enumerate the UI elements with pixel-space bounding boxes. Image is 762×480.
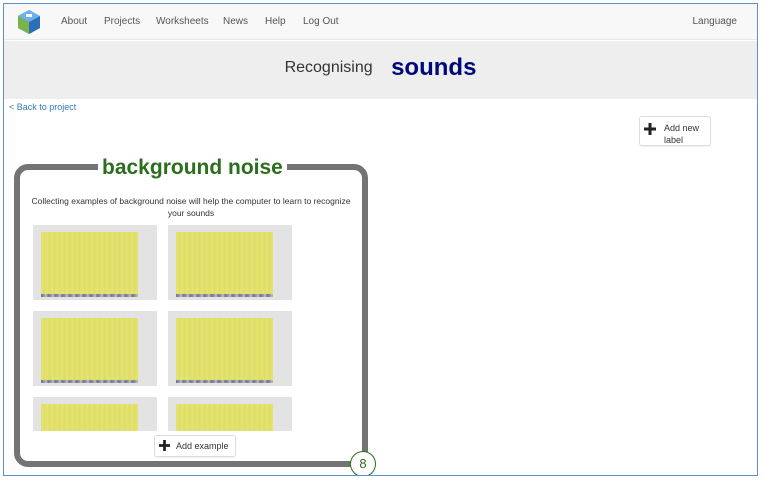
example-thumbnail[interactable] xyxy=(33,397,157,431)
add-new-label-line1: Add new xyxy=(664,123,700,133)
label-description: Collecting examples of background noise … xyxy=(31,196,351,218)
nav-news[interactable]: News xyxy=(223,16,248,27)
example-thumbnail[interactable] xyxy=(168,311,292,386)
back-to-project-link[interactable]: < Back to project xyxy=(9,102,76,112)
nav-logout[interactable]: Log Out xyxy=(303,16,339,27)
page-title: Recognising sounds xyxy=(4,54,757,82)
spectrogram-image xyxy=(41,318,138,383)
spectrogram-image xyxy=(41,232,138,297)
plus-icon xyxy=(159,440,170,451)
nav-about[interactable]: About xyxy=(61,16,87,27)
example-count-badge: 8 xyxy=(350,451,376,475)
top-navbar: About Projects Worksheets News Help Log … xyxy=(4,4,757,40)
nav-language[interactable]: Language xyxy=(693,16,738,27)
add-new-label-line2: label xyxy=(664,135,684,145)
nav-projects[interactable]: Projects xyxy=(104,16,140,27)
nav-help[interactable]: Help xyxy=(265,16,286,27)
label-card: background noise Collecting examples of … xyxy=(14,156,376,475)
add-example-button[interactable]: Add example xyxy=(154,435,236,457)
app-window: About Projects Worksheets News Help Log … xyxy=(3,3,758,476)
add-new-label-button[interactable]: Add new label xyxy=(639,116,711,146)
page-title-band: Recognising sounds xyxy=(4,41,757,99)
example-thumbnail[interactable] xyxy=(168,225,292,300)
nav-worksheets[interactable]: Worksheets xyxy=(156,16,209,27)
spectrogram-image xyxy=(176,318,273,383)
example-thumbnail[interactable] xyxy=(168,397,292,431)
spectrogram-image xyxy=(176,232,273,297)
example-thumbnail[interactable] xyxy=(33,225,157,300)
spectrogram-image xyxy=(41,404,138,431)
examples-list[interactable] xyxy=(33,225,353,431)
page-title-prefix: Recognising xyxy=(284,59,373,76)
add-example-label: Add example xyxy=(176,441,229,451)
page-title-main: sounds xyxy=(391,54,477,81)
spectrogram-image xyxy=(176,404,273,431)
ml4k-logo-icon[interactable] xyxy=(16,9,42,35)
plus-icon xyxy=(644,123,656,135)
example-thumbnail[interactable] xyxy=(33,311,157,386)
label-name[interactable]: background noise xyxy=(98,156,287,180)
